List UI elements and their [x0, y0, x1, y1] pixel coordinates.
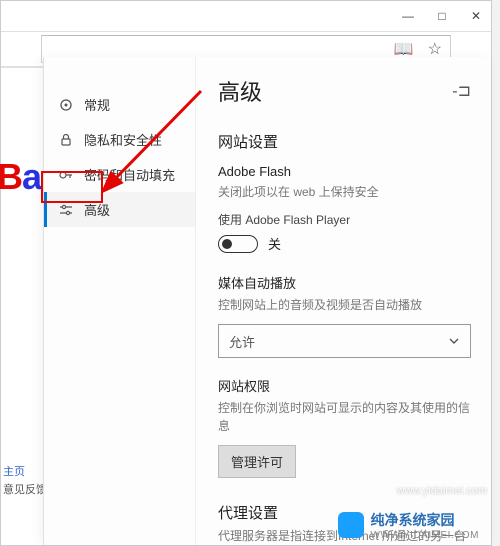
brand-url: WWW.YIDAIMEI.COM [370, 530, 479, 541]
key-icon [58, 167, 74, 183]
browser-window: — □ ✕ 📖 ☆ ☆ ✎ ↪ ⋯ Ba 主页 意见反馈 常规 [0, 0, 492, 546]
gear-icon [58, 97, 74, 113]
baidu-logo-fragment: Ba [0, 156, 41, 198]
nav-label: 高级 [84, 200, 110, 219]
pin-icon[interactable]: -⁠⊐ [452, 81, 471, 101]
reading-view-icon[interactable]: 📖 [394, 39, 414, 59]
select-value: 允许 [229, 332, 255, 351]
favorite-star-icon[interactable]: ☆ [428, 39, 442, 59]
nav-label: 常规 [84, 95, 110, 114]
brand-name: 纯净系统家园 [370, 510, 479, 530]
watermark: www.yidaimei.com [397, 485, 487, 497]
use-flash-label: 使用 Adobe Flash Player [218, 211, 471, 228]
site-permissions-title: 网站权限 [218, 376, 471, 395]
nav-item-advanced[interactable]: 高级 [44, 192, 195, 227]
settings-content: 高级 -⁠⊐ 网站设置 Adobe Flash 关闭此项以在 web 上保持安全… [196, 57, 491, 545]
nav-item-passwords[interactable]: 密码和自动填充 [44, 157, 195, 192]
footer-brand: 纯净系统家园 WWW.YIDAIMEI.COM [332, 507, 485, 543]
nav-label: 隐私和安全性 [84, 130, 162, 149]
window-titlebar: — □ ✕ [1, 1, 491, 31]
media-autoplay-select[interactable]: 允许 [218, 324, 471, 358]
chevron-down-icon [448, 335, 460, 347]
manage-permissions-button[interactable]: 管理许可 [218, 445, 296, 478]
site-permissions-desc: 控制在你浏览时网站可显示的内容及其使用的信息 [218, 399, 471, 435]
settings-panel: 常规 隐私和安全性 密码和自动填充 高级 [43, 57, 491, 545]
link-homepage[interactable]: 主页 [3, 463, 25, 479]
nav-item-general[interactable]: 常规 [44, 87, 195, 122]
media-autoplay-title: 媒体自动播放 [218, 273, 471, 292]
nav-item-privacy[interactable]: 隐私和安全性 [44, 122, 195, 157]
toggle-state-label: 关 [268, 234, 281, 253]
brand-logo-icon [338, 512, 364, 538]
adobe-flash-desc: 关闭此项以在 web 上保持安全 [218, 183, 471, 201]
nav-label: 密码和自动填充 [84, 165, 175, 184]
minimize-button[interactable]: — [401, 9, 415, 23]
page-title: 高级 -⁠⊐ [218, 75, 471, 107]
adobe-flash-title: Adobe Flash [218, 164, 471, 179]
media-autoplay-desc: 控制网站上的音频及视频是否自动播放 [218, 296, 471, 314]
flash-toggle-row: 关 [218, 234, 471, 253]
sliders-icon [58, 202, 74, 218]
settings-side-nav: 常规 隐私和安全性 密码和自动填充 高级 [44, 57, 196, 545]
close-button[interactable]: ✕ [469, 9, 483, 23]
maximize-button[interactable]: □ [435, 9, 449, 23]
link-feedback[interactable]: 意见反馈 [3, 481, 47, 497]
flash-toggle[interactable] [218, 235, 258, 253]
section-site-settings: 网站设置 [218, 131, 471, 152]
lock-icon [58, 132, 74, 148]
